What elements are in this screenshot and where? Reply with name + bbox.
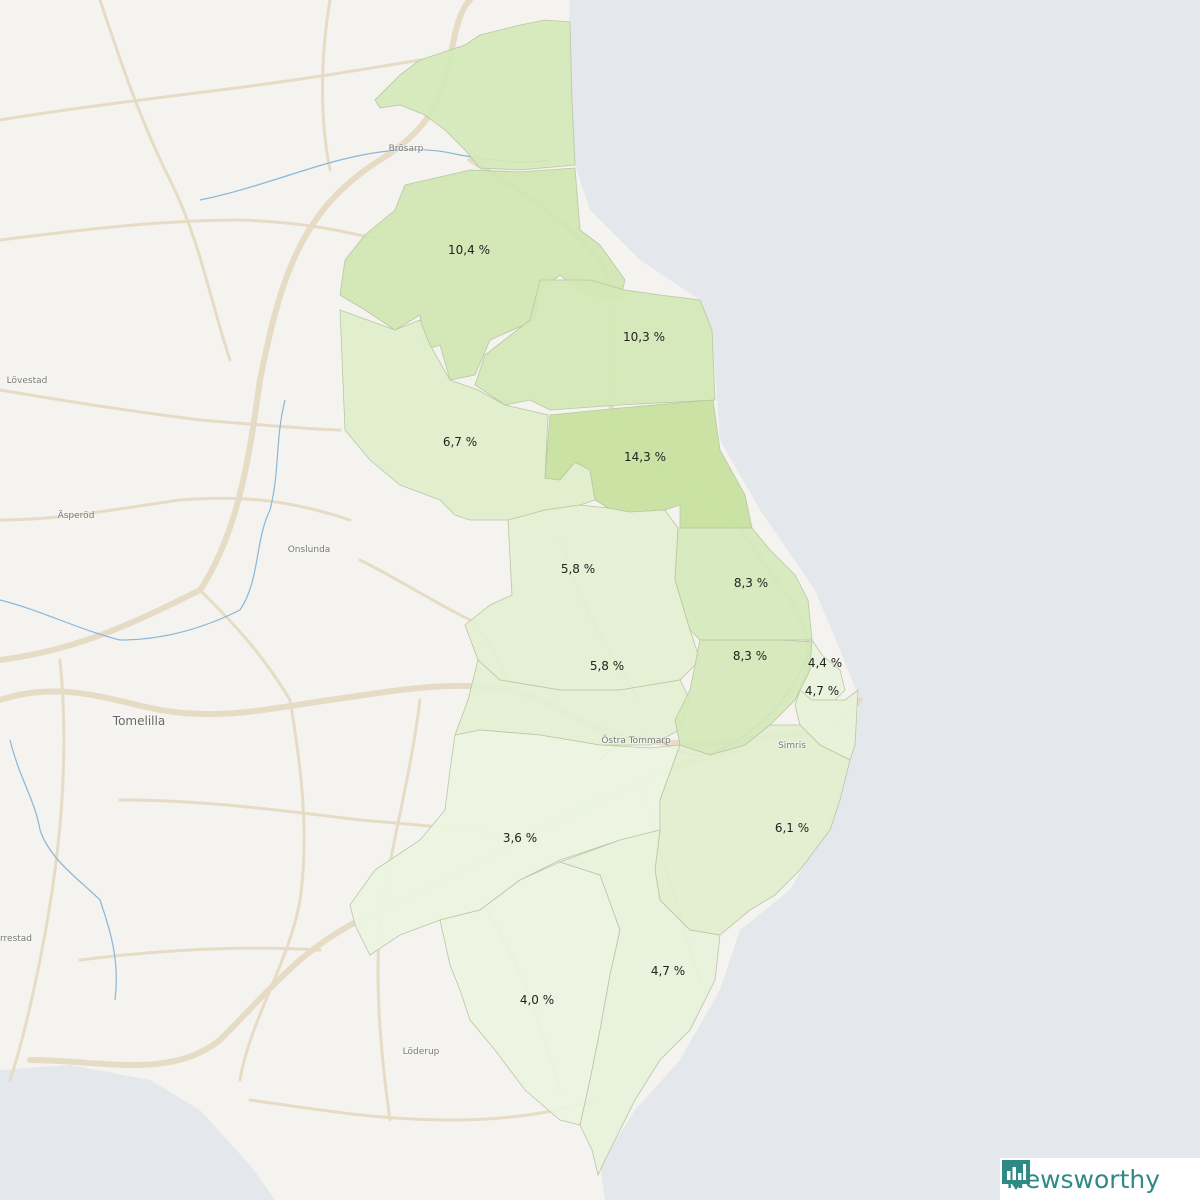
- place-label-rrestad: rrestad: [0, 934, 33, 944]
- region-value-label: 10,4 %: [448, 243, 490, 257]
- region-value-label: 14,3 %: [624, 450, 666, 464]
- newsworthy-logo-icon: [1002, 1160, 1030, 1190]
- newsworthy-logo[interactable]: Newsworthy: [1000, 1158, 1200, 1200]
- map[interactable]: Brösarp Lövestad Äsperöd Onslunda Tomeli…: [0, 0, 1200, 1200]
- region-value-label: 4,0 %: [519, 993, 555, 1007]
- region-value-label: 5,8 %: [560, 562, 596, 576]
- region-value-label: 10,3 %: [623, 330, 665, 344]
- region-value-label: 6,7 %: [442, 435, 478, 449]
- place-label-simris: Simris: [778, 741, 806, 751]
- place-label-tomelilla: Tomelilla: [112, 714, 166, 728]
- region-value-label: 8,3 %: [732, 649, 768, 663]
- region-value-label: 4,4 %: [807, 656, 843, 670]
- region-value-label: 4,7 %: [650, 964, 686, 978]
- place-label-loderup: Löderup: [402, 1047, 440, 1057]
- region-value-label: 3,6 %: [502, 831, 538, 845]
- region-5-8-north[interactable]: [464, 504, 701, 691]
- place-label-asperod: Äsperöd: [57, 511, 95, 521]
- sea-southwest: [0, 1065, 275, 1200]
- region-value-label: 6,1 %: [774, 821, 810, 835]
- map-canvas: [0, 0, 1200, 1200]
- region-value-label: 8,3 %: [733, 576, 769, 590]
- place-label-lovestad: Lövestad: [6, 376, 48, 386]
- place-label-brosarp: Brösarp: [388, 144, 424, 154]
- place-label-onslunda: Onslunda: [287, 545, 331, 555]
- place-label-ostra-tommarp: Östra Tommarp: [601, 736, 671, 746]
- region-value-label: 5,8 %: [589, 659, 625, 673]
- region-value-label: 4,7 %: [804, 684, 840, 698]
